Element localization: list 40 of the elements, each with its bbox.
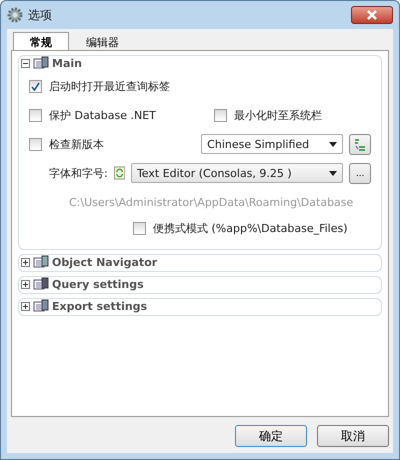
tab[interactable]: 编辑器: [69, 32, 136, 51]
spellcheck-icon: [353, 138, 368, 150]
section-icon: [33, 277, 49, 291]
section-icon: [33, 255, 49, 269]
checkbox[interactable]: [29, 108, 42, 122]
path-text: C:\Users\Administrator\AppData\Roaming\Database: [69, 196, 354, 208]
expand-icon[interactable]: [21, 302, 30, 310]
cancel-button[interactable]: 取消: [317, 425, 389, 447]
close-icon: [367, 10, 377, 20]
checkbox-label: 保护 Database .NET: [49, 108, 156, 122]
checkbox-label: 便携式模式 (%app%\Database_Files): [153, 220, 348, 236]
collapse-icon[interactable]: [21, 58, 30, 68]
checkbox[interactable]: [214, 108, 227, 122]
section-title: Main: [52, 56, 82, 70]
checkbox[interactable]: [29, 80, 42, 92]
gear-icon: [7, 7, 23, 23]
checkbox-label: 检查新版本: [49, 136, 104, 152]
ok-button[interactable]: 确定: [235, 425, 307, 447]
section-icon: [33, 299, 49, 313]
section-title: Query settings: [52, 278, 144, 290]
font-label: 字体和字号:: [49, 166, 108, 180]
checkbox-label: 启动时打开最近查询标签: [49, 78, 170, 94]
tab[interactable]: 常规: [13, 32, 69, 51]
expand-icon[interactable]: [21, 258, 30, 266]
font-dropdown[interactable]: Text Editor (Consolas, 9.25 ): [130, 163, 344, 183]
close-button[interactable]: [351, 6, 393, 24]
checkbox-label: 最小化时至系统栏: [234, 108, 322, 122]
caret-icon: [329, 142, 338, 146]
section-title: Object Navigator: [52, 256, 158, 268]
section-icon: [33, 56, 49, 70]
language-dropdown[interactable]: Chinese Simplified: [201, 134, 344, 154]
section-title: Export settings: [52, 300, 148, 312]
spellcheck-button[interactable]: [349, 134, 371, 154]
refresh-icon: [114, 166, 125, 180]
checkbox[interactable]: [29, 138, 42, 150]
expand-icon[interactable]: [21, 280, 30, 288]
caret-icon: [329, 170, 338, 176]
checkbox[interactable]: [133, 222, 146, 234]
browse-button[interactable]: ...: [349, 162, 371, 184]
window-title: 选项: [28, 6, 53, 24]
